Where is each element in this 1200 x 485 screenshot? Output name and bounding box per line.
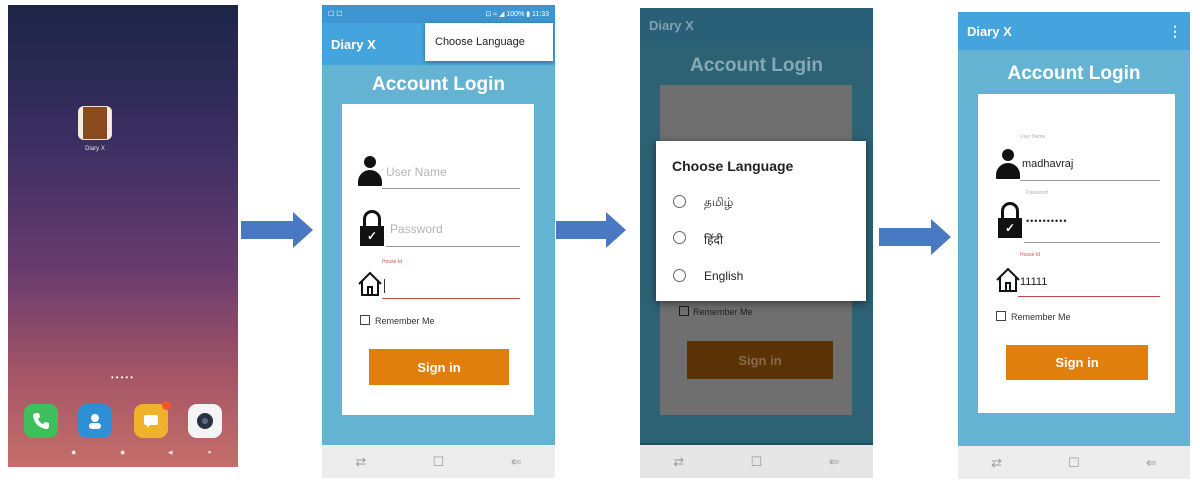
menu-item-choose-language[interactable]: Choose Language <box>425 23 553 61</box>
overflow-menu-icon[interactable]: ⋮ <box>1168 23 1182 40</box>
remember-me-checkbox[interactable] <box>996 311 1006 321</box>
notification-badge <box>162 401 171 410</box>
radio-hindi[interactable] <box>673 231 686 244</box>
username-underline <box>382 188 520 189</box>
remember-me-label: Remember Me <box>375 316 435 326</box>
username-input[interactable]: madhavraj <box>1022 158 1073 170</box>
nav-dot-home[interactable]: ● <box>120 447 125 457</box>
dialog-title: Choose Language <box>672 158 794 174</box>
nav-dot-left: ● <box>71 447 77 457</box>
sign-in-button-dimmed: Sign in <box>687 341 833 379</box>
password-underline <box>1024 242 1160 243</box>
login-card: User Name ✓ Password House Id Remember M… <box>342 104 534 415</box>
flow-arrow-3 <box>879 219 951 255</box>
system-nav-bar: ⇄ ☐ ⇐ <box>640 445 873 478</box>
house-id-input[interactable] <box>384 279 385 293</box>
diary-app-icon[interactable] <box>78 106 112 140</box>
login-screen: ☐ ☐ ⊡ ≈ ◢ 100% ▮ 11:33 Diary X Choose La… <box>322 5 555 478</box>
recent-apps-icon[interactable]: ⇄ <box>355 454 366 470</box>
user-icon <box>996 149 1020 179</box>
nav-menu-icon[interactable]: ▪ <box>208 447 211 457</box>
username-underline <box>1020 180 1160 181</box>
language-screen: Diary X Account Login Remember Me Sign i… <box>640 8 873 478</box>
status-left-icons: ☐ ☐ <box>328 11 343 18</box>
house-id-label: House Id <box>382 259 403 265</box>
back-nav-icon[interactable]: ⇐ <box>511 454 522 470</box>
remember-me-checkbox[interactable] <box>360 315 370 325</box>
house-id-underline <box>382 298 520 299</box>
recent-apps-icon[interactable]: ⇄ <box>673 454 684 470</box>
back-nav-icon[interactable]: ⇐ <box>1146 455 1157 471</box>
sign-in-button[interactable]: Sign in <box>1006 345 1148 380</box>
login-card: User Name madhavraj Password ✓ •••••••••… <box>978 94 1175 413</box>
password-underline <box>386 246 520 247</box>
app-bar-dimmed: Diary X <box>640 8 873 43</box>
status-right-icons: ⊡ ≈ ◢ 100% ▮ 11:33 <box>485 11 549 18</box>
password-label: Password <box>1026 190 1048 196</box>
house-icon <box>358 271 382 296</box>
password-input[interactable]: Password <box>390 222 443 236</box>
option-hindi-label[interactable]: हिंदी <box>704 231 723 248</box>
page-title-dimmed: Account Login <box>690 55 823 76</box>
sign-in-button[interactable]: Sign in <box>369 349 509 385</box>
page-title: Account Login <box>1007 63 1141 84</box>
remember-me-label: Remember Me <box>1011 312 1071 322</box>
home-nav-icon[interactable]: ☐ <box>751 454 763 470</box>
house-icon <box>996 267 1020 292</box>
system-nav-bar: ⇄ ☐ ⇐ <box>322 445 555 478</box>
username-label: User Name <box>1020 134 1046 140</box>
app-title: Diary X <box>967 23 1012 39</box>
diary-app-label: Diary X <box>85 146 105 152</box>
page-indicator: ••••• <box>110 373 135 382</box>
back-nav-icon[interactable]: ⇐ <box>829 454 840 470</box>
messages-app-icon[interactable] <box>134 401 171 438</box>
user-icon <box>358 156 382 186</box>
house-id-input[interactable]: 11111 <box>1020 276 1047 288</box>
status-bar: ☐ ☐ ⊡ ≈ ◢ 100% ▮ 11:33 <box>322 5 555 23</box>
app-title: Diary X <box>331 36 376 52</box>
home-nav-icon[interactable]: ☐ <box>433 454 445 470</box>
phone-app-icon[interactable] <box>24 404 58 438</box>
option-english-label[interactable]: English <box>704 269 743 283</box>
camera-app-icon[interactable] <box>188 404 222 438</box>
house-id-label: House Id <box>1020 252 1041 258</box>
lock-icon: ✓ <box>998 202 1022 238</box>
password-input[interactable]: •••••••••• <box>1026 216 1068 226</box>
remember-me-checkbox-dimmed <box>679 306 689 316</box>
nav-back-icon[interactable]: ◂ <box>168 447 173 458</box>
language-dialog: Choose Language தமிழ் हिंदी English <box>656 141 866 301</box>
recent-apps-icon[interactable]: ⇄ <box>991 455 1002 471</box>
lock-icon: ✓ <box>360 210 384 246</box>
username-input[interactable]: User Name <box>386 165 447 179</box>
flow-arrow-2 <box>556 212 626 248</box>
home-nav-icon[interactable]: ☐ <box>1068 455 1080 471</box>
filled-login-screen: Diary X ⋮ Account Login User Name madhav… <box>958 12 1190 479</box>
flow-arrow-1 <box>241 212 313 248</box>
option-tamil-label[interactable]: தமிழ் <box>704 195 733 211</box>
radio-tamil[interactable] <box>673 195 686 208</box>
contacts-app-icon[interactable] <box>78 404 112 438</box>
app-bar: Diary X ⋮ <box>958 12 1190 50</box>
app-title: Diary X <box>649 18 694 33</box>
radio-english[interactable] <box>673 269 686 282</box>
home-screen: Diary X ••••• ● ● ◂ ▪ <box>8 5 238 467</box>
remember-me-label-dimmed: Remember Me <box>693 307 753 317</box>
page-title: Account Login <box>372 74 505 95</box>
system-nav-bar: ⇄ ☐ ⇐ <box>958 446 1190 479</box>
house-id-underline <box>1018 296 1160 297</box>
